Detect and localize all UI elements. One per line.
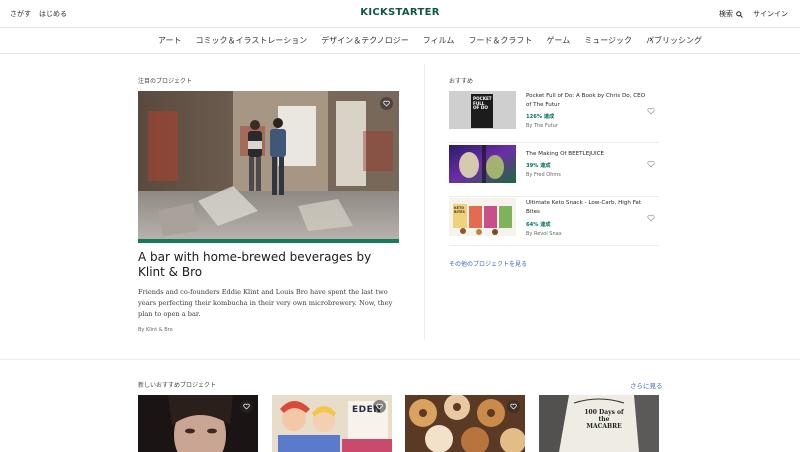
category-comics[interactable]: コミック＆イラストレーション bbox=[196, 35, 308, 46]
heart-icon bbox=[243, 403, 250, 410]
save-card-button[interactable] bbox=[507, 400, 520, 413]
recommended-section-label: おすすめ bbox=[449, 78, 474, 85]
featured-project-title[interactable]: A bar with home-brewed beverages by Klin… bbox=[138, 250, 400, 280]
category-navigation: アート コミック＆イラストレーション デザイン＆テクノロジー フィルム フード＆… bbox=[0, 28, 800, 54]
funded-percentage: 39% 達成 bbox=[526, 163, 551, 169]
save-card-button[interactable] bbox=[373, 400, 386, 413]
new-projects-section-label: 新しいおすすめプロジェクト bbox=[138, 382, 217, 389]
see-more-link[interactable]: さらに見る bbox=[630, 380, 663, 390]
heart-icon[interactable] bbox=[647, 107, 655, 115]
category-games[interactable]: ゲーム bbox=[546, 35, 570, 46]
featured-project-creator[interactable]: By Klint & Bro bbox=[138, 327, 173, 333]
recommended-creator[interactable]: By The Futur bbox=[526, 123, 558, 129]
chevron-right-icon[interactable]: › bbox=[649, 35, 653, 45]
featured-project-image[interactable] bbox=[138, 91, 399, 240]
header-right-links: 検索 サインイン bbox=[719, 9, 788, 19]
featured-photo bbox=[138, 91, 399, 240]
signin-link[interactable]: サインイン bbox=[753, 9, 788, 19]
category-film[interactable]: フィルム bbox=[423, 35, 455, 46]
heart-icon bbox=[510, 403, 517, 410]
category-design-tech[interactable]: デザイン＆テクノロジー bbox=[321, 35, 409, 46]
heart-icon bbox=[376, 403, 383, 410]
kickstarter-logo[interactable]: KICKSTARTER bbox=[0, 7, 800, 18]
keto-snack-image bbox=[449, 198, 516, 236]
heart-icon bbox=[383, 100, 390, 107]
recommended-item[interactable]: The Making Of BEETLEJUICE 39% 達成 By Fred… bbox=[449, 145, 659, 197]
recommended-title[interactable]: Pocket Full of Do: A Book by Chris Do, C… bbox=[526, 92, 646, 110]
recommended-creator[interactable]: By Fred Ohms bbox=[526, 172, 561, 178]
search-icon bbox=[736, 10, 743, 18]
project-card-book[interactable]: 100 Days of the MACABRE bbox=[539, 395, 659, 452]
column-divider bbox=[424, 64, 425, 340]
category-food-craft[interactable]: フード＆クラフト bbox=[468, 35, 532, 46]
featured-project-description: Friends and co-founders Eddie Klint and … bbox=[138, 288, 393, 318]
project-card-comic[interactable]: EDEN bbox=[272, 395, 392, 452]
category-publishing[interactable]: パブリッシング bbox=[646, 35, 702, 46]
search-button[interactable]: 検索 bbox=[719, 9, 743, 19]
funded-percentage: 64% 達成 bbox=[526, 222, 551, 228]
recommended-thumbnail[interactable]: KETO BITES bbox=[449, 198, 516, 236]
category-art[interactable]: アート bbox=[158, 35, 182, 46]
save-card-button[interactable] bbox=[240, 400, 253, 413]
featured-section-label: 注目のプロジェクト bbox=[138, 78, 193, 85]
beetlejuice-image bbox=[449, 145, 516, 183]
section-divider bbox=[0, 359, 800, 360]
keto-package-text: KETO BITES bbox=[454, 206, 465, 214]
heart-icon[interactable] bbox=[647, 160, 655, 168]
save-featured-button[interactable] bbox=[380, 97, 393, 110]
recommended-title[interactable]: Ultimate Keto Snack - Low-Carb, High Fat… bbox=[526, 199, 646, 217]
featured-progress-bar bbox=[138, 239, 399, 243]
recommended-thumbnail[interactable]: POCKET FULL OF DO bbox=[449, 91, 516, 129]
book-title-text: 100 Days of the MACABRE bbox=[584, 409, 624, 430]
book-cover-text: POCKET FULL OF DO bbox=[473, 96, 492, 111]
heart-icon[interactable] bbox=[647, 214, 655, 222]
search-label: 検索 bbox=[719, 10, 733, 18]
recommended-title[interactable]: The Making Of BEETLEJUICE bbox=[526, 150, 646, 159]
category-music[interactable]: ミュージック bbox=[584, 35, 632, 46]
project-card-portrait[interactable] bbox=[138, 395, 258, 452]
recommended-creator[interactable]: By Revol Snax bbox=[526, 231, 562, 237]
recommended-thumbnail[interactable] bbox=[449, 145, 516, 183]
more-projects-link[interactable]: その他のプロジェクトを見る bbox=[449, 259, 527, 268]
project-card-donuts[interactable] bbox=[405, 395, 525, 452]
recommended-item[interactable]: POCKET FULL OF DO Pocket Full of Do: A B… bbox=[449, 91, 659, 143]
top-navigation: さがす はじめる KICKSTARTER 検索 サインイン bbox=[0, 0, 800, 28]
funded-percentage: 126% 達成 bbox=[526, 114, 555, 120]
recommended-item[interactable]: KETO BITES Ultimate Keto Snack - Low-Car… bbox=[449, 198, 659, 246]
